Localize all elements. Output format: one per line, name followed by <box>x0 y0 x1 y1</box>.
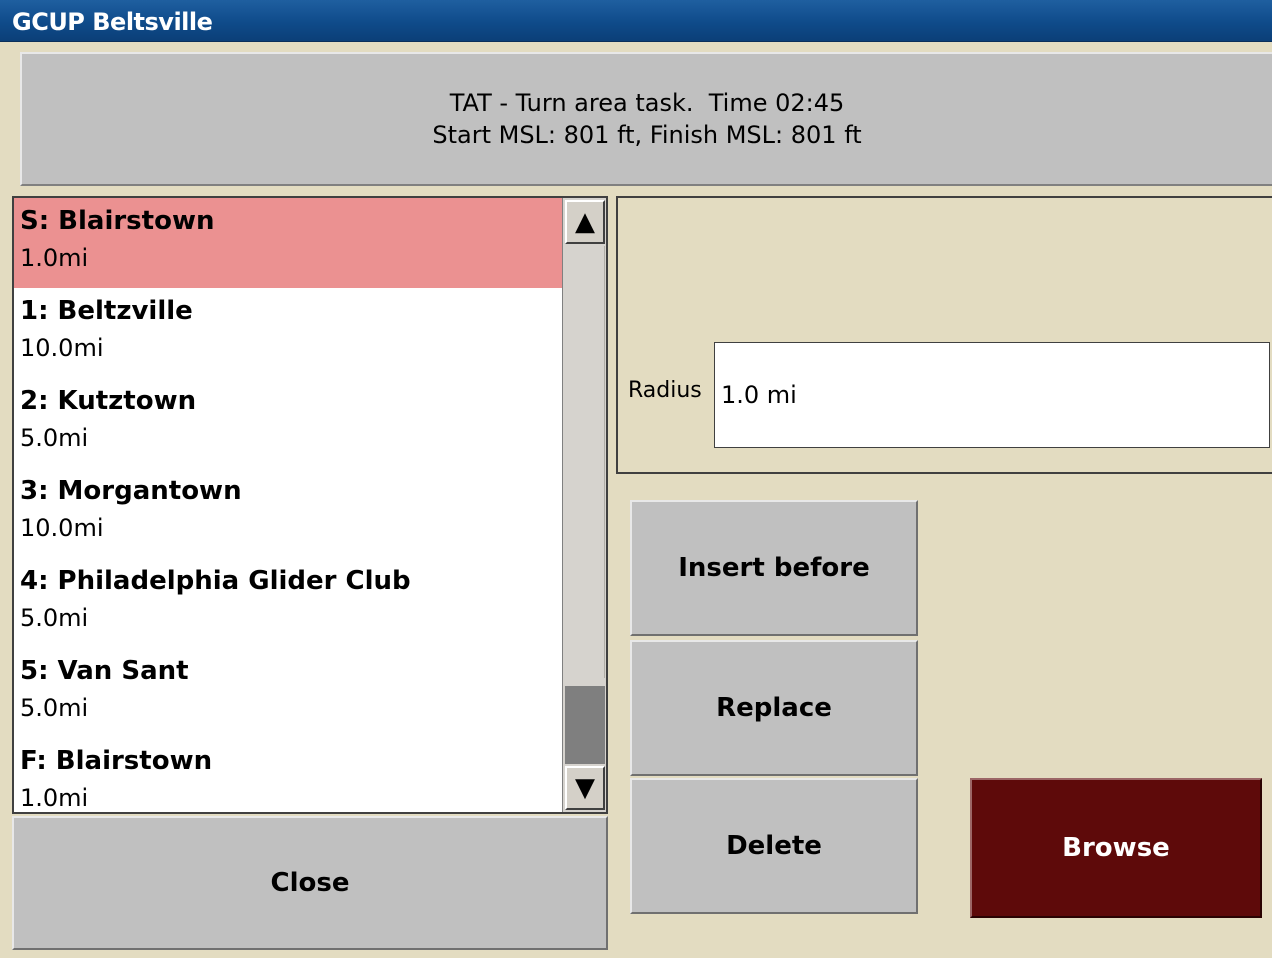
task-summary-button[interactable]: TAT - Turn area task. Time 02:45 Start M… <box>20 52 1272 186</box>
radius-label: Radius <box>628 378 702 403</box>
turnpoint-distance: 10.0mi <box>20 334 104 362</box>
browse-button[interactable]: Browse <box>970 778 1262 918</box>
radius-field[interactable]: 1.0 mi <box>714 342 1270 448</box>
triangle-up-icon: ▲ <box>575 207 595 237</box>
triangle-down-icon: ▼ <box>575 773 595 803</box>
scroll-thumb[interactable] <box>565 686 605 764</box>
replace-button[interactable]: Replace <box>630 640 918 776</box>
list-item[interactable]: 5: Van Sant 5.0mi <box>14 648 564 738</box>
turnpoint-name: 2: Kutztown <box>20 386 197 416</box>
list-item[interactable]: 3: Morgantown 10.0mi <box>14 468 564 558</box>
turnpoint-distance: 5.0mi <box>20 604 89 632</box>
list-item[interactable]: 4: Philadelphia Glider Club 5.0mi <box>14 558 564 648</box>
scroll-up-button[interactable]: ▲ <box>565 200 605 244</box>
list-item[interactable]: S: Blairstown 1.0mi <box>14 198 564 288</box>
title-bar: GCUP Beltsville <box>0 0 1272 42</box>
turnpoint-properties-panel: Radius 1.0 mi <box>616 196 1272 474</box>
task-type-line: TAT - Turn area task. Time 02:45 <box>449 89 845 117</box>
turnpoint-name: 5: Van Sant <box>20 656 189 686</box>
turnpoint-distance: 1.0mi <box>20 784 89 812</box>
delete-button[interactable]: Delete <box>630 778 918 914</box>
list-item[interactable]: 1: Beltzville 10.0mi <box>14 288 564 378</box>
turnpoint-name: S: Blairstown <box>20 206 215 236</box>
turnpoint-list-items: S: Blairstown 1.0mi 1: Beltzville 10.0mi… <box>14 198 564 812</box>
insert-before-button[interactable]: Insert before <box>630 500 918 636</box>
turnpoint-name: 4: Philadelphia Glider Club <box>20 566 411 596</box>
list-scrollbar[interactable]: ▲ ▼ <box>562 198 606 812</box>
window-title: GCUP Beltsville <box>12 8 213 36</box>
turnpoint-distance: 10.0mi <box>20 514 104 542</box>
turnpoint-distance: 5.0mi <box>20 424 89 452</box>
list-item[interactable]: F: Blairstown 1.0mi <box>14 738 564 812</box>
close-button[interactable]: Close <box>12 816 608 950</box>
task-msl-line: Start MSL: 801 ft, Finish MSL: 801 ft <box>432 121 862 149</box>
turnpoint-distance: 5.0mi <box>20 694 89 722</box>
turnpoint-list[interactable]: S: Blairstown 1.0mi 1: Beltzville 10.0mi… <box>12 196 608 814</box>
scroll-down-button[interactable]: ▼ <box>565 766 605 810</box>
turnpoint-name: F: Blairstown <box>20 746 213 776</box>
scroll-track[interactable] <box>565 246 605 678</box>
turnpoint-name: 3: Morgantown <box>20 476 242 506</box>
list-item[interactable]: 2: Kutztown 5.0mi <box>14 378 564 468</box>
turnpoint-name: 1: Beltzville <box>20 296 193 326</box>
turnpoint-distance: 1.0mi <box>20 244 89 272</box>
